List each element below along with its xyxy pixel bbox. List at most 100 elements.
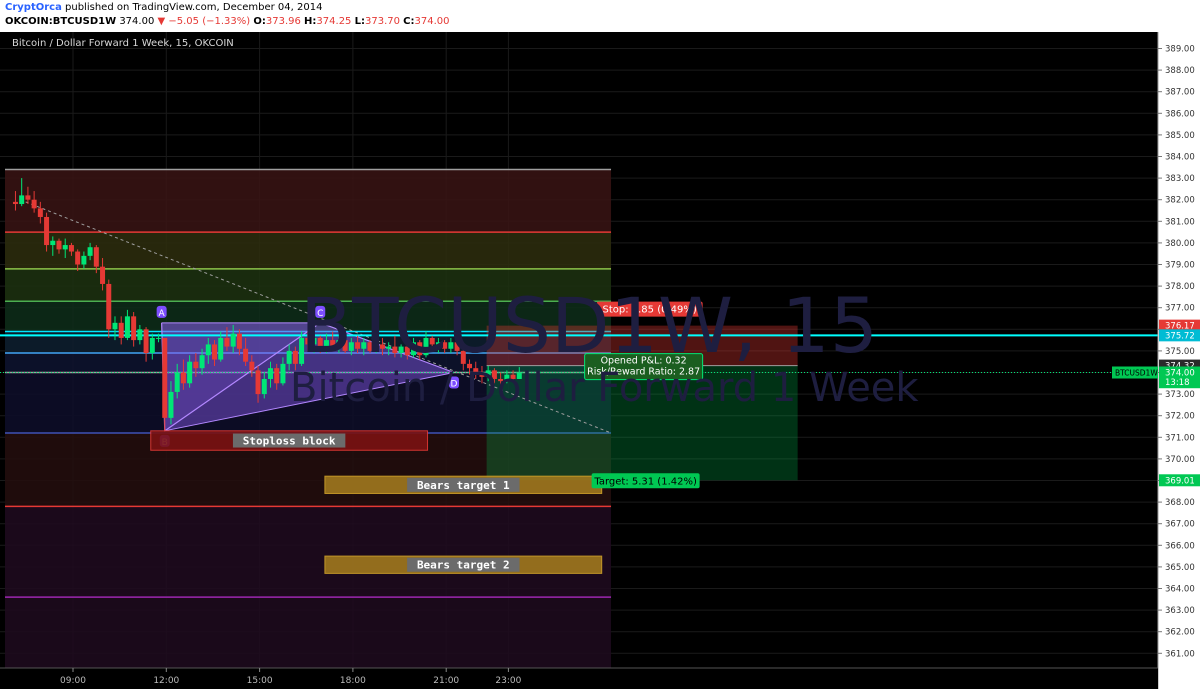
price-tick-label: 364.00 bbox=[1165, 585, 1195, 595]
last-price: 374.00 bbox=[119, 16, 155, 27]
symbol-tag: BTCUSD1W bbox=[1115, 369, 1158, 378]
price-tick-label: 361.00 bbox=[1165, 649, 1195, 659]
candle-body bbox=[286, 350, 292, 364]
time-tick-label: 18:00 bbox=[340, 676, 366, 686]
candle-body bbox=[292, 350, 298, 364]
price-tick-label: 380.00 bbox=[1165, 239, 1195, 249]
candle-body bbox=[12, 201, 18, 205]
price-tick-label: 372.00 bbox=[1165, 412, 1195, 422]
price-tick-label: 368.00 bbox=[1165, 498, 1195, 508]
price-axis: 389.00 388.00 387.00 386.00 385.00 384.00 383.… bbox=[1157, 32, 1200, 689]
candle-body bbox=[199, 355, 205, 369]
zone-label: Bears target 1 bbox=[417, 479, 510, 492]
down-arrow-icon: ▼ bbox=[157, 16, 166, 27]
price-tick-label: 389.00 bbox=[1165, 45, 1195, 55]
price-change: −5.05 (−1.33%) bbox=[168, 16, 251, 27]
open-value: 373.96 bbox=[265, 16, 301, 27]
candle-body bbox=[236, 333, 242, 349]
pattern-point-label: A bbox=[159, 309, 166, 319]
candle-body bbox=[212, 344, 218, 360]
price-tick-label: 384.00 bbox=[1165, 153, 1195, 163]
target-label: Target: 5.31 (1.42%) bbox=[593, 476, 697, 487]
price-tag: 375.72 bbox=[1165, 331, 1195, 341]
candle-body bbox=[180, 372, 186, 384]
candle-body bbox=[37, 208, 43, 217]
high-label: H: bbox=[304, 16, 317, 27]
candle-body bbox=[143, 329, 149, 354]
candle-body bbox=[149, 337, 155, 354]
candle-body bbox=[249, 361, 255, 371]
low-label: L: bbox=[354, 16, 365, 27]
price-tag: 13:18 bbox=[1165, 378, 1190, 388]
candle-body bbox=[124, 316, 130, 338]
price-tick-label: 367.00 bbox=[1165, 520, 1195, 530]
price-tick-label: 382.00 bbox=[1165, 196, 1195, 206]
publish-info: published on TradingView.com, December 0… bbox=[61, 2, 323, 13]
fib-band bbox=[5, 169, 612, 233]
publish-header: CryptOrca published on TradingView.com, … bbox=[0, 0, 1200, 30]
candle-body bbox=[156, 337, 162, 339]
price-tick-label: 371.00 bbox=[1165, 433, 1195, 443]
symbol-name[interactable]: OKCOIN:BTCUSD1W bbox=[5, 16, 116, 27]
candle-body bbox=[81, 255, 87, 265]
time-tick-label: 15:00 bbox=[247, 676, 273, 686]
candle-body bbox=[44, 216, 50, 246]
symbol-watermark: BTCUSD1W, 15 bbox=[300, 281, 879, 370]
annotation-zone: Stoploss block bbox=[150, 430, 429, 451]
candle-body bbox=[56, 240, 62, 250]
fib-band bbox=[5, 597, 612, 668]
price-tick-label: 373.00 bbox=[1165, 390, 1195, 400]
zone-label: Stoploss block bbox=[243, 435, 336, 448]
open-label: O: bbox=[253, 16, 266, 27]
candle-body bbox=[267, 368, 273, 379]
candle-body bbox=[255, 370, 261, 395]
low-value: 373.70 bbox=[364, 16, 400, 27]
candle-body bbox=[230, 333, 236, 347]
candle-body bbox=[280, 363, 286, 384]
close-label: C: bbox=[403, 16, 415, 27]
candle-body bbox=[218, 337, 224, 360]
price-tick-label: 377.00 bbox=[1165, 304, 1195, 314]
candle-body bbox=[93, 247, 99, 267]
zone-label: Bears target 2 bbox=[417, 559, 510, 572]
price-tick-label: 387.00 bbox=[1165, 88, 1195, 98]
candle-body bbox=[50, 240, 56, 246]
price-tick-label: 388.00 bbox=[1165, 66, 1195, 76]
time-tick-label: 21:00 bbox=[433, 676, 459, 686]
candle-body bbox=[25, 195, 31, 200]
candle-body bbox=[19, 195, 25, 205]
candle bbox=[106, 279, 112, 338]
candle-body bbox=[187, 361, 193, 384]
annotation-zone: Bears target 1 bbox=[324, 475, 603, 494]
candle-body bbox=[131, 316, 137, 341]
annotation-zone: Bears target 2 bbox=[324, 555, 603, 574]
price-tick-label: 363.00 bbox=[1165, 606, 1195, 616]
price-tick-label: 366.00 bbox=[1165, 541, 1195, 551]
ohlc-line: OKCOIN:BTCUSD1W 374.00 ▼ −5.05 (−1.33%) … bbox=[5, 16, 450, 27]
candle-body bbox=[112, 322, 118, 330]
price-tick-label: 378.00 bbox=[1165, 282, 1195, 292]
candle-body bbox=[118, 322, 124, 338]
description-watermark: Bitcoin / Dollar Forward 1 Week bbox=[290, 365, 919, 411]
author-link[interactable]: CryptOrca bbox=[5, 2, 62, 13]
price-tick-label: 365.00 bbox=[1165, 563, 1195, 573]
candle-body bbox=[243, 348, 249, 362]
time-tick-label: 09:00 bbox=[60, 676, 86, 686]
price-tick-label: 375.00 bbox=[1165, 347, 1195, 357]
candle-body bbox=[106, 283, 112, 330]
candle bbox=[162, 337, 168, 431]
time-tick-label: 12:00 bbox=[153, 676, 179, 686]
candle-body bbox=[62, 245, 68, 250]
candle-body bbox=[68, 245, 74, 252]
time-axis: 09:00 12:00 15:00 18:00 21:00 23:00 bbox=[0, 667, 1158, 689]
candle-body bbox=[87, 247, 93, 256]
candle-body bbox=[261, 378, 267, 395]
price-tag: 369.01 bbox=[1165, 476, 1195, 486]
candle-body bbox=[75, 251, 81, 265]
candle-body bbox=[193, 361, 199, 369]
publish-line: CryptOrca published on TradingView.com, … bbox=[5, 2, 322, 13]
price-tick-label: 379.00 bbox=[1165, 261, 1195, 271]
price-tick-label: 362.00 bbox=[1165, 628, 1195, 638]
chart-pane[interactable]: BTCUSD1W, 15 Bitcoin / Dollar Forward 1 … bbox=[0, 32, 1200, 689]
candle-body bbox=[168, 391, 174, 418]
